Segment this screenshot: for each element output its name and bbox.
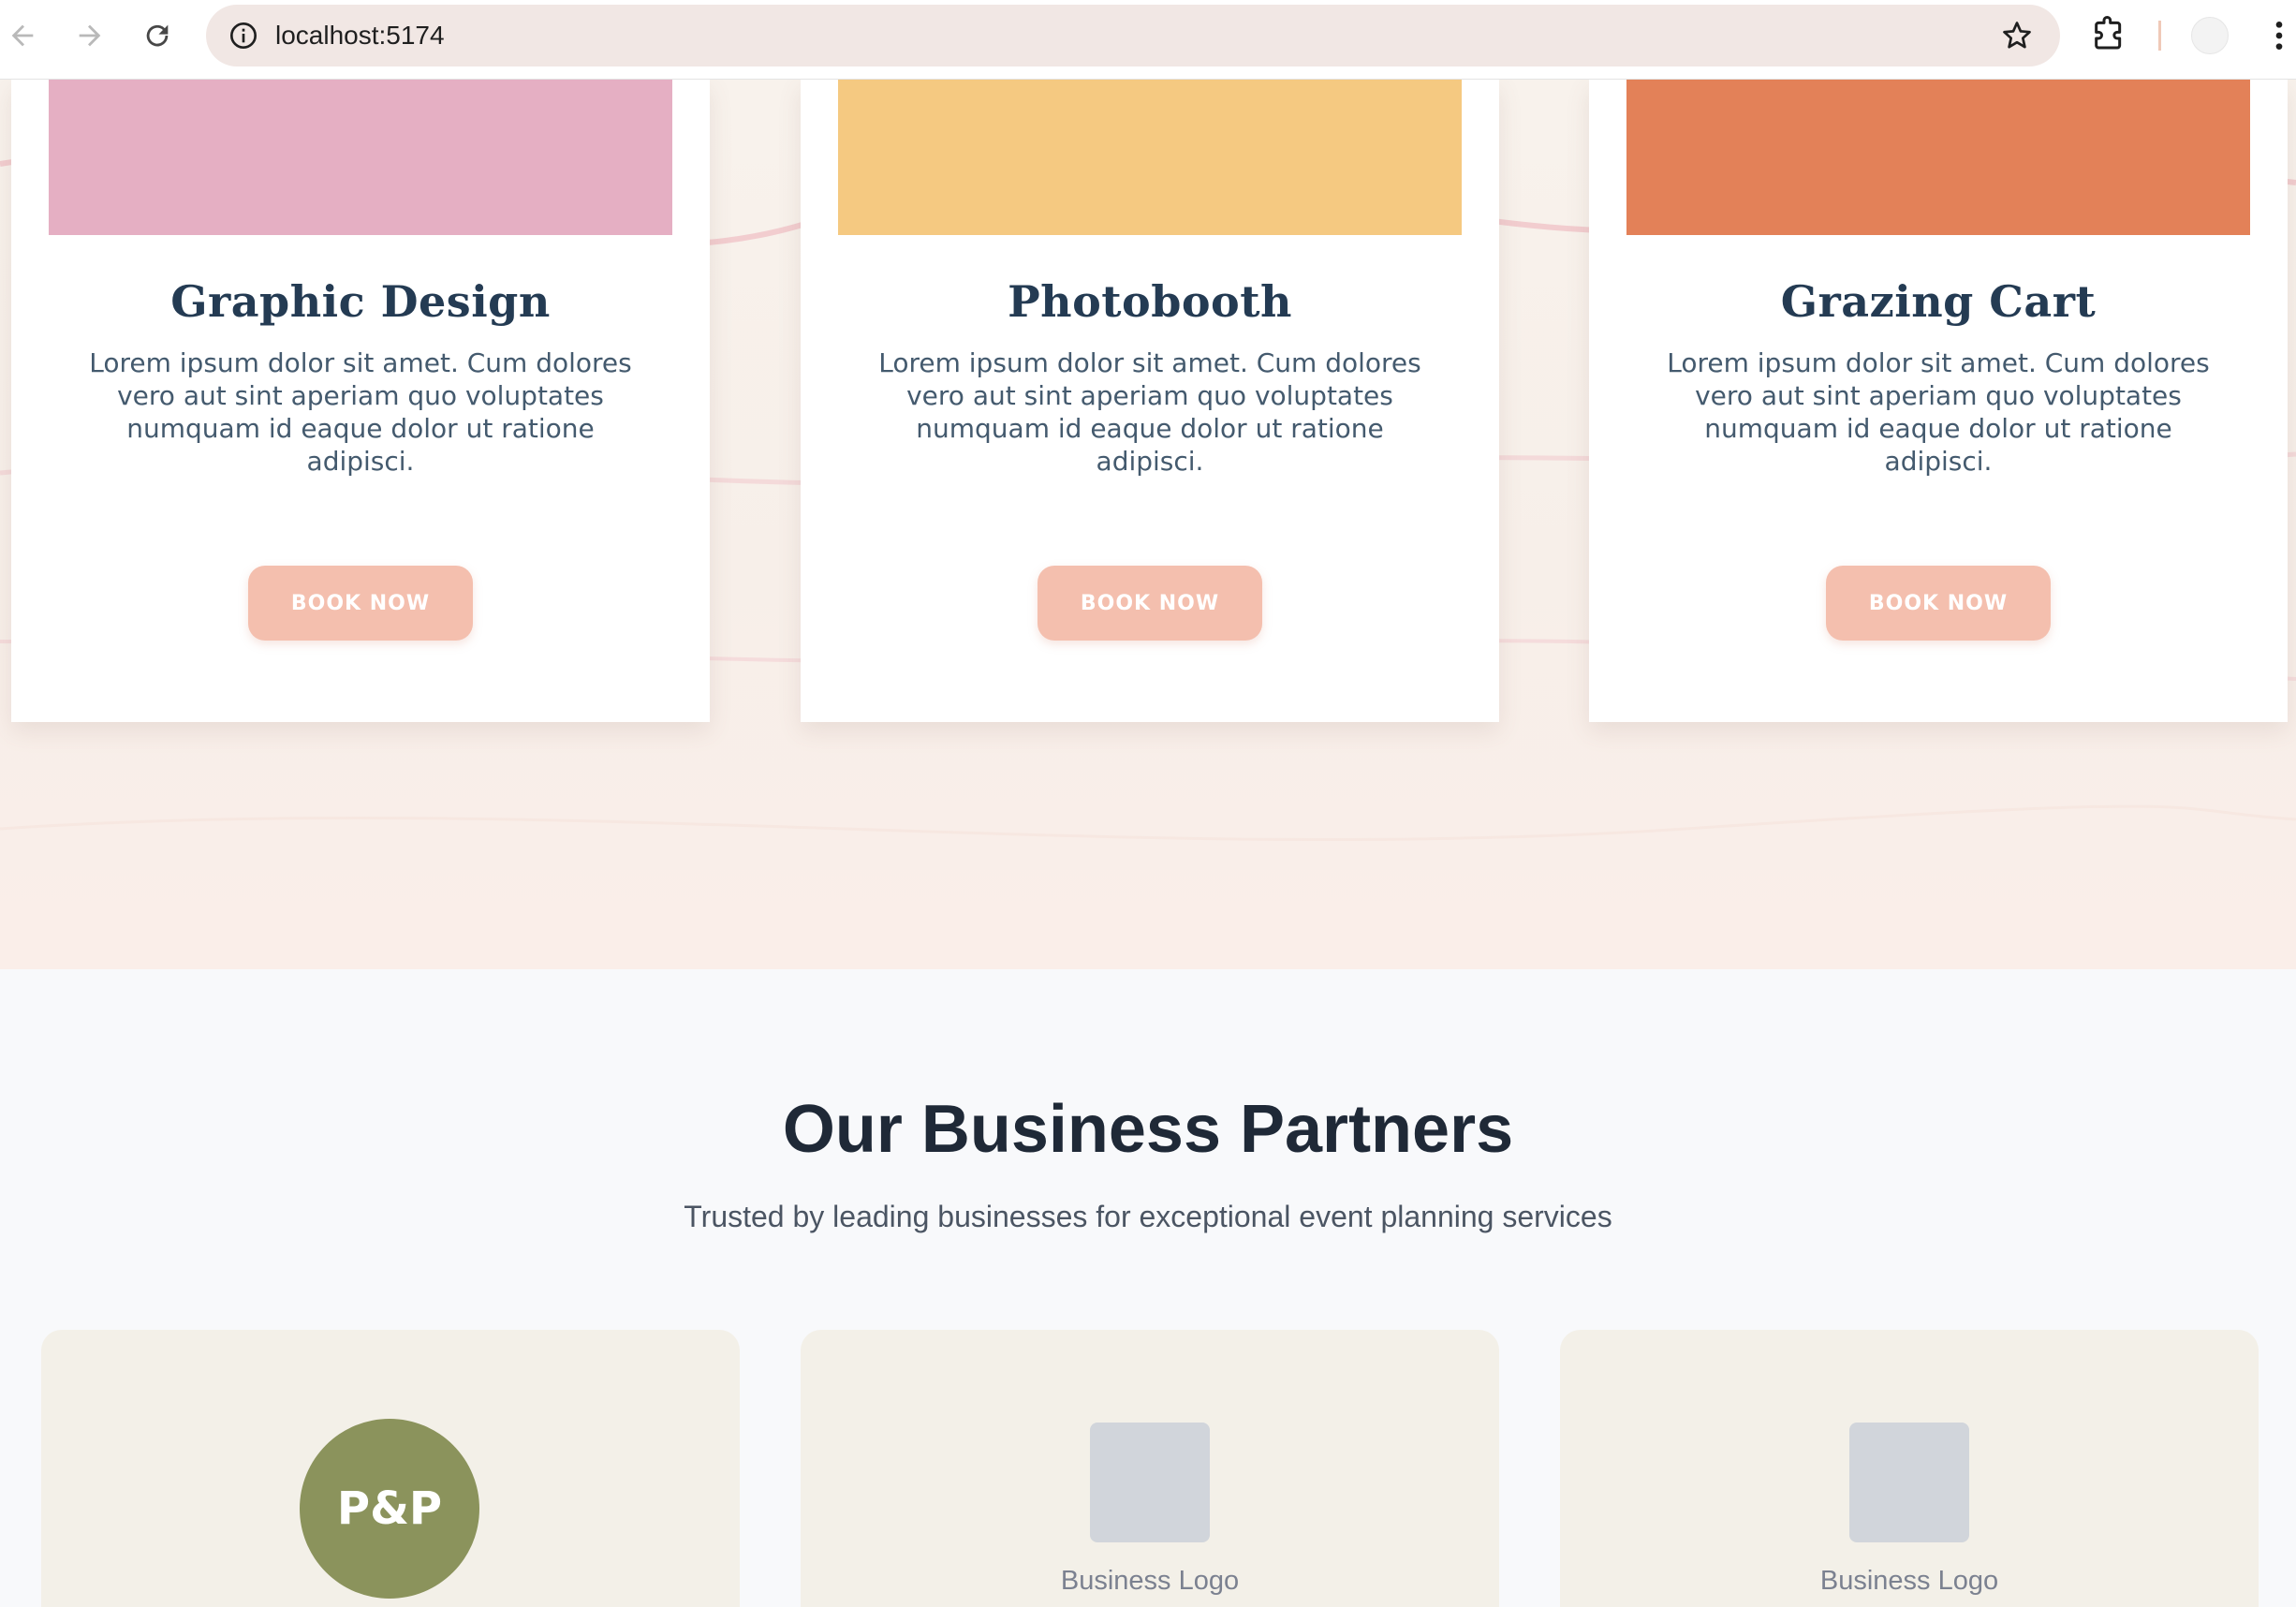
- bookmark-star-icon[interactable]: [2000, 19, 2034, 52]
- logo-placeholder-label: Business Logo: [1060, 1566, 1240, 1596]
- partner-card: P&P: [41, 1330, 740, 1607]
- address-bar[interactable]: localhost:5174: [206, 5, 2060, 66]
- toolbar-divider: [2158, 21, 2161, 51]
- service-description: Lorem ipsum dolor sit amet. Cum dolores …: [1667, 347, 2210, 477]
- browser-toolbar: localhost:5174: [0, 0, 2296, 80]
- logo-placeholder-icon: [1849, 1423, 1969, 1542]
- more-menu-icon[interactable]: [2260, 17, 2296, 54]
- section-subheading: Trusted by leading businesses for except…: [684, 1200, 1612, 1233]
- section-heading: Our Business Partners: [782, 1092, 1514, 1167]
- service-card-grazing-cart: Grazing Cart Lorem ipsum dolor sit amet.…: [1589, 80, 2288, 722]
- service-card-graphic-design: Graphic Design Lorem ipsum dolor sit ame…: [11, 80, 710, 722]
- book-now-button[interactable]: BOOK NOW: [1826, 566, 2051, 641]
- services-section: Graphic Design Lorem ipsum dolor sit ame…: [0, 80, 2296, 969]
- book-now-button[interactable]: BOOK NOW: [248, 566, 473, 641]
- logo-placeholder-label: Business Logo: [1819, 1566, 1999, 1596]
- partner-card: Business Logo: [1560, 1330, 2259, 1607]
- url-text[interactable]: localhost:5174: [275, 5, 445, 66]
- info-icon[interactable]: [228, 21, 258, 51]
- partner-card: Business Logo: [801, 1330, 1499, 1607]
- service-title: Graphic Design: [170, 276, 551, 327]
- back-arrow-icon[interactable]: [0, 13, 45, 58]
- logo-placeholder-icon: [1090, 1423, 1210, 1542]
- service-image-placeholder: [838, 80, 1462, 235]
- service-image-placeholder: [1626, 80, 2250, 235]
- reload-icon[interactable]: [135, 13, 180, 58]
- partner-logo-badge: P&P: [300, 1419, 479, 1599]
- service-image-placeholder: [49, 80, 672, 235]
- service-card-photobooth: Photobooth Lorem ipsum dolor sit amet. C…: [801, 80, 1499, 722]
- service-description: Lorem ipsum dolor sit amet. Cum dolores …: [878, 347, 1421, 477]
- book-now-button[interactable]: BOOK NOW: [1038, 566, 1262, 641]
- profile-avatar[interactable]: [2191, 17, 2229, 54]
- forward-arrow-icon[interactable]: [67, 13, 112, 58]
- extensions-icon[interactable]: [2090, 15, 2127, 52]
- service-title: Photobooth: [1008, 276, 1292, 327]
- business-partners-section: Our Business Partners Trusted by leading…: [0, 969, 2296, 1607]
- service-description: Lorem ipsum dolor sit amet. Cum dolores …: [89, 347, 632, 477]
- service-title: Grazing Cart: [1780, 276, 2097, 327]
